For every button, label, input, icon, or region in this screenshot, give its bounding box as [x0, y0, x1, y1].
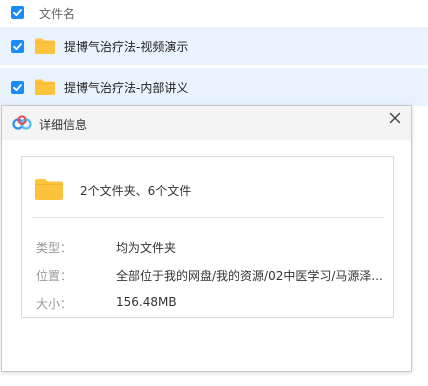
file-row[interactable]: 提博气治疗法-视频演示	[0, 27, 428, 65]
row-checkbox[interactable]	[11, 40, 24, 53]
divider	[32, 217, 384, 218]
location-value: 全部位于我的网盘/我的资源/02中医学习/马源泽...	[116, 269, 383, 283]
check-icon	[13, 9, 22, 17]
column-header-filename[interactable]: 文件名	[39, 5, 75, 22]
row-checkbox[interactable]	[11, 81, 24, 94]
baidu-netdisk-logo-icon	[12, 115, 32, 130]
dialog-title: 详细信息	[39, 118, 88, 132]
file-name[interactable]: 提博气治疗法-视频演示	[64, 38, 188, 55]
size-label: 大小：	[36, 297, 73, 311]
selection-summary: 2个文件夹、6个文件	[80, 184, 192, 198]
check-icon	[13, 43, 22, 51]
folder-icon	[35, 38, 55, 54]
select-all-checkbox[interactable]	[11, 6, 24, 19]
folder-icon	[35, 79, 55, 95]
location-label: 位置：	[36, 269, 73, 283]
details-panel: 2个文件夹、6个文件 类型： 均为文件夹 位置： 全部位于我的网盘/我的资源/0…	[21, 156, 394, 318]
folder-icon	[35, 179, 63, 200]
type-label: 类型：	[36, 241, 73, 255]
check-icon	[13, 84, 22, 92]
close-button[interactable]	[386, 109, 404, 127]
file-name[interactable]: 提博气治疗法-内部讲义	[64, 79, 188, 96]
details-dialog: 详细信息 2个文件夹、6个文件 类型： 均为文件夹 位置： 全部位于我的网盘/我…	[1, 105, 412, 372]
type-value: 均为文件夹	[116, 241, 177, 255]
file-list-header: 文件名	[0, 0, 428, 26]
dialog-title-bar[interactable]: 详细信息	[2, 106, 411, 140]
close-icon[interactable]	[386, 109, 404, 127]
file-row[interactable]: 提博气治疗法-内部讲义	[0, 68, 428, 106]
size-value: 156.48MB	[116, 295, 177, 309]
